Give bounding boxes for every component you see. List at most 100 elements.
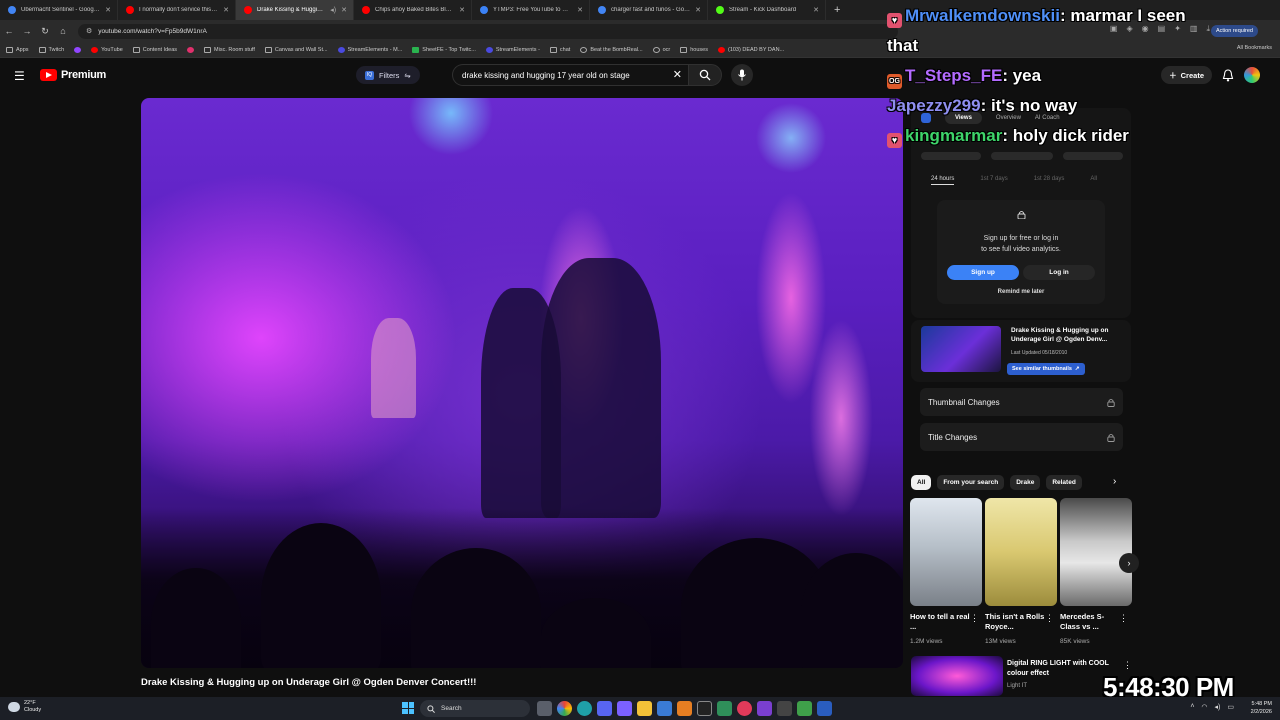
recommended-video-thumbnail[interactable]: [911, 656, 1003, 696]
see-similar-thumbnails-button[interactable]: See similar thumbnails ↗: [1007, 363, 1085, 375]
range-all[interactable]: All: [1090, 176, 1097, 185]
bookmark-link[interactable]: StreamElements -: [485, 46, 540, 53]
speaker-icon[interactable]: ◂): [330, 6, 336, 14]
voice-search-button[interactable]: [731, 64, 753, 86]
account-avatar[interactable]: [1244, 67, 1260, 83]
short-title[interactable]: This isn't a Rolls Royce...: [985, 612, 1045, 632]
close-tab-icon[interactable]: ✕: [577, 6, 583, 14]
taskbar-search[interactable]: Search: [420, 700, 530, 717]
clear-icon[interactable]: ✕: [673, 68, 682, 81]
bookmark-link[interactable]: StreamElements - M...: [337, 46, 402, 53]
reload-icon[interactable]: ↻: [36, 26, 54, 37]
recommended-video-channel[interactable]: Light IT: [1007, 683, 1027, 689]
close-tab-icon[interactable]: ✕: [695, 6, 701, 14]
bookmark-apps[interactable]: Apps: [6, 46, 29, 53]
shorts-next-button[interactable]: ›: [1119, 553, 1139, 573]
short-thumbnail[interactable]: [985, 498, 1057, 606]
file-explorer-icon[interactable]: [637, 701, 652, 716]
menu-icon[interactable]: ☰: [14, 69, 25, 83]
bookmark-folder[interactable]: Content Ideas: [132, 46, 177, 53]
chevron-up-icon[interactable]: ˄: [1190, 703, 1194, 711]
browser-tab-active[interactable]: Drake Kissing & Hugging u ◂) ✕: [236, 0, 354, 20]
taskbar-clock[interactable]: 5:48 PM 2/2/2026: [1251, 700, 1272, 716]
app-icon[interactable]: [617, 701, 632, 716]
chevron-right-icon[interactable]: ›: [1113, 476, 1116, 487]
new-tab-button[interactable]: +: [826, 4, 848, 16]
weather-widget[interactable]: 22°F Cloudy: [8, 700, 41, 714]
obs-icon[interactable]: [737, 701, 752, 716]
range-24-hours[interactable]: 24 hours: [931, 176, 955, 185]
site-info-icon[interactable]: ⚙: [86, 27, 92, 35]
browser-tab[interactable]: I normally don't service this an ✕: [118, 0, 236, 20]
short-thumbnail[interactable]: [910, 498, 982, 606]
bookmark-folder[interactable]: Misc. Room stuff: [204, 46, 255, 53]
close-tab-icon[interactable]: ✕: [813, 6, 819, 14]
address-bar[interactable]: ⚙ youtube.com/watch?v=Fp5b9dW1nrA: [78, 23, 898, 39]
thumbnail-changes-row[interactable]: Thumbnail Changes: [920, 388, 1123, 416]
more-options-icon[interactable]: ⋮: [970, 613, 979, 624]
browser-tab[interactable]: Übermacht Sentinel - Google S ✕: [0, 0, 118, 20]
app-icon[interactable]: [817, 701, 832, 716]
forward-arrow-icon[interactable]: →: [18, 26, 36, 36]
short-title[interactable]: How to tell a real ...: [910, 612, 970, 632]
bookmark-link[interactable]: (103) DEAD BY DAN...: [717, 46, 784, 53]
discord-icon[interactable]: [597, 701, 612, 716]
home-icon[interactable]: ⌂: [54, 26, 72, 36]
edge-icon[interactable]: [577, 701, 592, 716]
create-button[interactable]: ＋ Create: [1161, 66, 1212, 84]
chrome-icon[interactable]: [557, 701, 572, 716]
bookmark-icon-only[interactable]: [187, 46, 195, 53]
search-button[interactable]: [688, 64, 722, 86]
close-tab-icon[interactable]: ✕: [459, 6, 465, 14]
app-icon[interactable]: [657, 701, 672, 716]
remind-me-later-link[interactable]: Remind me later: [937, 289, 1105, 295]
title-changes-row[interactable]: Title Changes: [920, 423, 1123, 451]
windows-start-icon[interactable]: [402, 702, 414, 714]
action-required-badge[interactable]: Action required: [1211, 25, 1258, 37]
more-options-icon[interactable]: ⋮: [1045, 613, 1054, 624]
short-thumbnail[interactable]: [1060, 498, 1132, 606]
back-arrow-icon[interactable]: ←: [0, 26, 18, 36]
app-icon[interactable]: [677, 701, 692, 716]
bookmark-link[interactable]: ocr: [652, 46, 670, 53]
browser-tab[interactable]: charger fast and furios - Googl ✕: [590, 0, 708, 20]
chip-drake[interactable]: Drake: [1010, 475, 1041, 490]
video-player[interactable]: [141, 98, 903, 668]
close-tab-icon[interactable]: ✕: [341, 6, 347, 14]
task-view-icon[interactable]: [537, 701, 552, 716]
bookmark-icon-only[interactable]: [74, 46, 82, 53]
more-options-icon[interactable]: ⋮: [1119, 613, 1128, 624]
search-input[interactable]: drake kissing and hugging 17 year old on…: [452, 64, 688, 86]
download-icon[interactable]: ⤓: [1206, 24, 1210, 34]
close-tab-icon[interactable]: ✕: [105, 6, 111, 14]
bookmark-folder[interactable]: Canvas and Wall St...: [264, 46, 328, 53]
log-in-button[interactable]: Log in: [1023, 265, 1095, 280]
browser-tab[interactable]: Stream - Kick Dashboard ✕: [708, 0, 826, 20]
notifications-bell-icon[interactable]: [1222, 68, 1234, 82]
browser-tab[interactable]: YTMP3: Free YouTube to MP3 C ✕: [472, 0, 590, 20]
youtube-logo[interactable]: Premium: [40, 69, 106, 81]
capcut-icon[interactable]: [697, 701, 712, 716]
short-title[interactable]: Mercedes S-Class vs ...: [1060, 612, 1120, 632]
app-icon[interactable]: [797, 701, 812, 716]
app-icon[interactable]: [717, 701, 732, 716]
chip-related[interactable]: Related: [1046, 475, 1082, 490]
battery-icon[interactable]: ▭: [1227, 703, 1234, 711]
bookmark-link[interactable]: SheetFE - Top Twitc...: [412, 46, 476, 53]
volume-icon[interactable]: ◂): [1215, 703, 1221, 711]
bookmark-link[interactable]: chat: [549, 46, 570, 53]
chip-all[interactable]: All: [911, 475, 932, 490]
app-icon[interactable]: [777, 701, 792, 716]
bookmark-link[interactable]: Beat the BombReal...: [580, 46, 643, 53]
bookmark-folder[interactable]: houses: [680, 46, 708, 53]
range-7-days[interactable]: 1st 7 days: [980, 176, 1007, 185]
close-tab-icon[interactable]: ✕: [223, 6, 229, 14]
sidebar-icon[interactable]: ▥: [1190, 24, 1198, 34]
all-bookmarks[interactable]: All Bookmarks: [1237, 45, 1272, 51]
chip-from-your-search[interactable]: From your search: [937, 475, 1005, 490]
range-28-days[interactable]: 1st 28 days: [1034, 176, 1065, 185]
app-icon[interactable]: [757, 701, 772, 716]
bookmark-folder[interactable]: Twitch: [38, 46, 64, 53]
browser-tab[interactable]: Chips ahoy Baked Bites Blondie ✕: [354, 0, 472, 20]
filters-button[interactable]: IQ Filters ⇋: [356, 66, 420, 84]
